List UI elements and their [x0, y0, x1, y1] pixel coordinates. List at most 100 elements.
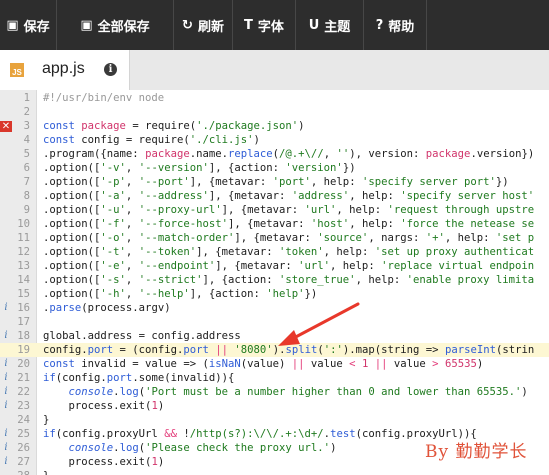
- toolbar-button-label: 刷新: [197, 18, 224, 34]
- info-icon[interactable]: i: [104, 63, 117, 76]
- line-number: 24: [17, 414, 30, 426]
- font-icon: T: [244, 17, 253, 33]
- line-number: 27: [17, 456, 30, 468]
- code-line[interactable]: 24}: [0, 413, 549, 427]
- line-number: 8: [23, 190, 30, 202]
- line-number: 2: [23, 106, 30, 118]
- code-text: .option(['-o', '--match-order'], {metava…: [43, 232, 535, 244]
- code-line[interactable]: ✕ 3 const package = require('./package.jso…: [0, 119, 549, 133]
- code-text: .option(['-f', '--force-host'], {metavar…: [43, 218, 535, 230]
- code-line[interactable]: 28}: [0, 469, 549, 475]
- line-number: 6: [23, 162, 30, 174]
- code-line[interactable]: i 16 .parse(process.argv): [0, 301, 549, 315]
- help-button[interactable]: ? 帮助: [364, 0, 427, 50]
- code-text: console.log('Port must be a number highe…: [68, 386, 528, 398]
- code-line[interactable]: 8 .option(['-a', '--address'], {metavar: …: [0, 189, 549, 203]
- line-number: 22: [17, 386, 30, 398]
- code-text: .option(['-t', '--token'], {metavar: 'to…: [43, 246, 535, 258]
- line-number: 3: [23, 120, 30, 132]
- code-text: .option(['-e', '--endpoint'], {metavar: …: [43, 260, 535, 272]
- line-number: 5: [23, 148, 30, 160]
- code-text: .program({name: package.name.replace(/@.…: [43, 148, 535, 160]
- line-number: 17: [17, 316, 30, 328]
- save-all-button[interactable]: ▣ 全部保存: [57, 0, 174, 50]
- line-number: 11: [17, 232, 30, 244]
- code-text: global.address = config.address: [43, 330, 241, 342]
- help-icon: ?: [375, 17, 384, 33]
- code-line[interactable]: 10 .option(['-f', '--force-host'], {metav…: [0, 217, 549, 231]
- toolbar-button-label: 全部保存: [97, 18, 150, 34]
- code-text: }: [43, 469, 49, 475]
- tab-label: app.js: [42, 60, 85, 77]
- code-line[interactable]: 14 .option(['-s', '--strict'], {action: '…: [0, 273, 549, 287]
- code-line[interactable]: 4 const config = require('./cli.js'): [0, 133, 549, 147]
- code-text: .parse(process.argv): [43, 302, 171, 314]
- tab-bar: JS app.js i: [0, 50, 549, 91]
- code-text: .option(['-p', '--port'], {metavar: 'por…: [43, 176, 509, 188]
- toolbar-button-label: 主题: [324, 18, 351, 34]
- code-text: console.log('Please check the proxy url.…: [68, 442, 337, 454]
- code-editor[interactable]: 1 #!/usr/bin/env node 2 ✕ 3 const package = r…: [0, 90, 549, 475]
- line-number: 4: [23, 134, 30, 146]
- save-icon: ▣: [6, 17, 19, 33]
- js-file-icon: JS: [10, 63, 24, 77]
- code-line[interactable]: 17: [0, 315, 549, 329]
- code-text: process.exit(1): [43, 400, 165, 412]
- code-text: .option(['-h', '--help'], {action: 'help…: [43, 288, 318, 300]
- line-number: 12: [17, 246, 30, 258]
- toolbar-button-label: 保存: [23, 18, 50, 34]
- code-line[interactable]: i 21 if(config.port.some(invalid)){: [0, 371, 549, 385]
- refresh-button[interactable]: ↻ 刷新: [174, 0, 233, 50]
- code-text: .option(['-s', '--strict'], {action: 'st…: [43, 274, 535, 286]
- line-number: 10: [17, 218, 30, 230]
- refresh-icon: ↻: [182, 17, 193, 33]
- theme-button[interactable]: U 主题: [296, 0, 364, 50]
- line-number: 23: [17, 400, 30, 412]
- code-text: const invalid = value => (isNaN(value) |…: [43, 358, 484, 370]
- save-button[interactable]: ▣ 保存: [0, 0, 57, 50]
- toolbar-button-label: 字体: [257, 18, 284, 34]
- line-number: 25: [17, 428, 30, 440]
- code-text: if(config.proxyUrl && !/http(s?):\/\/.+:…: [43, 428, 477, 440]
- code-text: const package = require('./package.json'…: [43, 120, 305, 132]
- code-line[interactable]: 12 .option(['-t', '--token'], {metavar: '…: [0, 245, 549, 259]
- line-number: 13: [17, 260, 30, 272]
- line-number: 19: [17, 344, 30, 356]
- line-number: 7: [23, 176, 30, 188]
- font-button[interactable]: T 字体: [233, 0, 296, 50]
- line-number: 14: [17, 274, 30, 286]
- code-line[interactable]: 7 .option(['-p', '--port'], {metavar: 'po…: [0, 175, 549, 189]
- code-line[interactable]: i 18 global.address = config.address: [0, 329, 549, 343]
- code-text: #!/usr/bin/env node: [43, 92, 165, 104]
- code-line[interactable]: i 23 process.exit(1): [0, 399, 549, 413]
- code-text: const config = require('./cli.js'): [43, 134, 260, 146]
- watermark: By 勤勤学长: [425, 442, 528, 462]
- code-line[interactable]: 2: [0, 105, 549, 119]
- code-line[interactable]: 9 .option(['-u', '--proxy-url'], {metavar…: [0, 203, 549, 217]
- theme-icon: U: [308, 17, 320, 33]
- code-line[interactable]: 19 config.port = (config.port || '8080').…: [0, 343, 549, 357]
- code-line[interactable]: 15 .option(['-h', '--help'], {action: 'he…: [0, 287, 549, 301]
- line-number: 28: [0, 469, 30, 475]
- toolbar: ▣ 保存 ▣ 全部保存 ↻ 刷新 T 字体 U 主题? 帮助: [0, 0, 549, 50]
- line-number: 26: [17, 442, 30, 454]
- toolbar-button-label: 帮助: [388, 18, 415, 34]
- code-text: if(config.port.some(invalid)){: [43, 372, 235, 384]
- code-text: config.port = (config.port || '8080').sp…: [43, 344, 535, 356]
- line-number: 1: [23, 92, 30, 104]
- code-text: .option(['-u', '--proxy-url'], {metavar:…: [43, 204, 535, 216]
- code-line[interactable]: 11 .option(['-o', '--match-order'], {meta…: [0, 231, 549, 245]
- code-line[interactable]: 1 #!/usr/bin/env node: [0, 91, 549, 105]
- code-text: .option(['-a', '--address'], {metavar: '…: [43, 190, 535, 202]
- line-number: 20: [17, 358, 30, 370]
- line-number: 15: [17, 288, 30, 300]
- tab-app-js[interactable]: JS app.js i: [0, 50, 130, 90]
- code-line[interactable]: 13 .option(['-e', '--endpoint'], {metavar…: [0, 259, 549, 273]
- code-line[interactable]: 5 .program({name: package.name.replace(/@…: [0, 147, 549, 161]
- code-line[interactable]: i 22 console.log('Port must be a number h…: [0, 385, 549, 399]
- line-number: 21: [17, 372, 30, 384]
- line-number: 16: [17, 302, 30, 314]
- save-all-icon: ▣: [80, 17, 93, 33]
- code-line[interactable]: i 20 const invalid = value => (isNaN(value…: [0, 357, 549, 371]
- code-line[interactable]: 6 .option(['-v', '--version'], {action: '…: [0, 161, 549, 175]
